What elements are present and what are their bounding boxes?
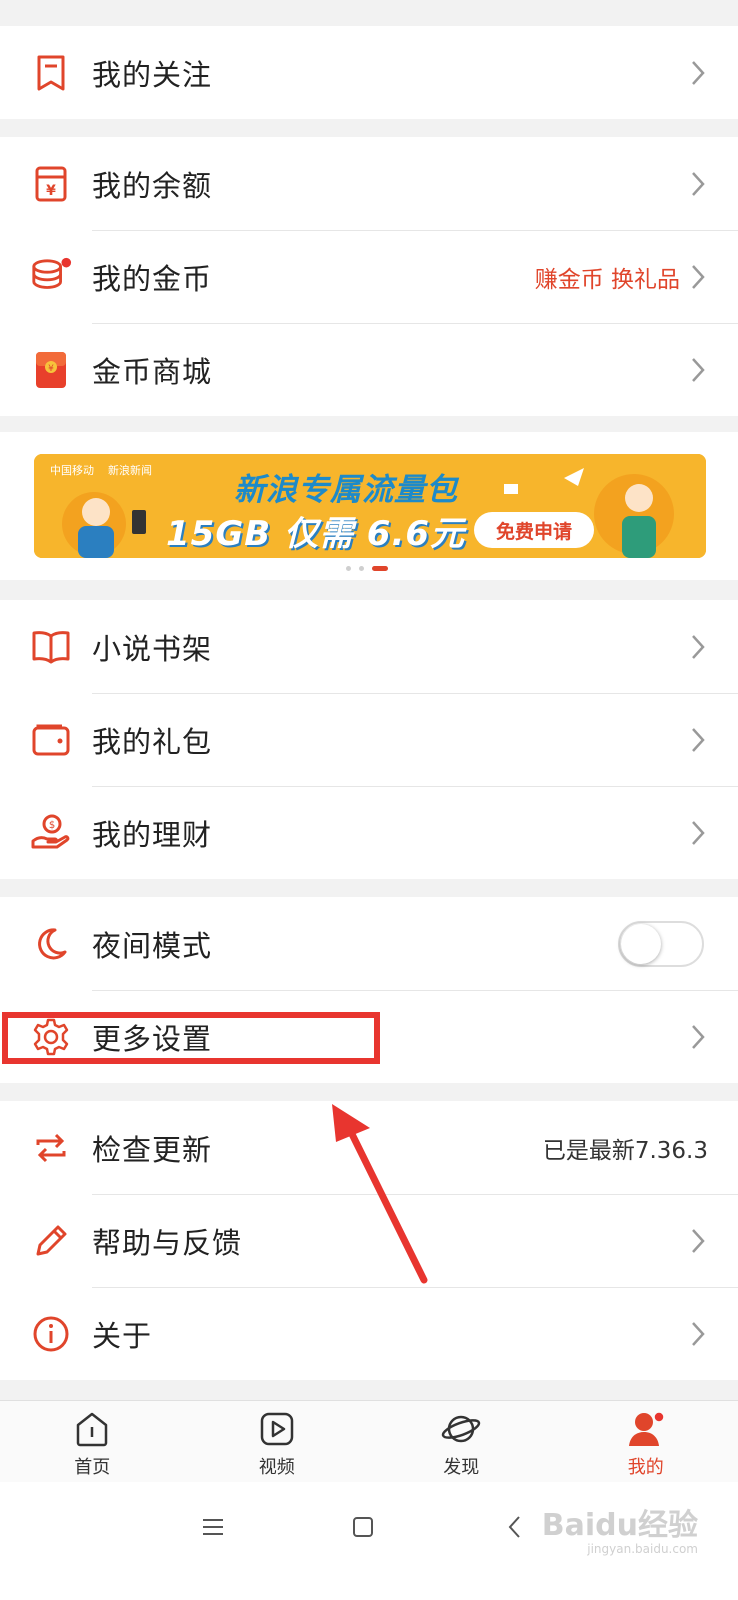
banner-apply-button[interactable]: 免费申请: [474, 512, 594, 548]
menu-item-gift[interactable]: 我的礼包: [0, 693, 738, 786]
info-icon: [30, 1313, 72, 1355]
chevron-right-icon: [692, 727, 705, 752]
svg-text:¥: ¥: [48, 364, 54, 374]
banner-section: 中国移动 新浪新闻 新浪专属流量包 15GB 仅需 6.6元 免费申请: [0, 432, 738, 580]
moon-icon: [30, 923, 72, 965]
menu-item-night-mode: 夜间模式: [0, 897, 738, 990]
hand-coin-icon: $: [30, 812, 72, 854]
menu-label-help: 帮助与反馈: [92, 1225, 243, 1260]
home-square-icon[interactable]: [348, 1512, 378, 1542]
carousel-dot-active: [372, 566, 388, 571]
menu-item-mall[interactable]: ¥ 金币商城: [0, 323, 738, 416]
coins-promo-text: 赚金币 换礼品: [534, 266, 680, 293]
chevron-right-icon: [692, 634, 705, 659]
wallet-yuan-icon: ¥: [30, 163, 72, 205]
watermark-logo: Baidu经验: [541, 1508, 698, 1543]
pencil-icon: [30, 1220, 72, 1262]
coins-icon: [30, 256, 72, 298]
banner-title: 新浪专属流量包: [234, 472, 458, 508]
menu-label-finance: 我的理财: [92, 817, 213, 852]
annotation-arrow: [332, 1104, 428, 1284]
menu-label-novel: 小说书架: [92, 631, 213, 666]
menu-item-follow[interactable]: 我的关注: [0, 26, 738, 119]
chevron-right-icon: [692, 820, 705, 845]
chevron-right-icon: [692, 1228, 705, 1253]
svg-text:$: $: [49, 820, 55, 831]
promo-banner[interactable]: 中国移动 新浪新闻 新浪专属流量包 15GB 仅需 6.6元 免费申请: [34, 454, 706, 558]
chevron-right-icon: [692, 171, 705, 196]
tab-mine[interactable]: 我的: [554, 1401, 738, 1482]
brand-sina-news: 新浪新闻: [108, 464, 152, 477]
home-icon: [77, 1412, 108, 1447]
group-content: 小说书架 我的礼包 $ 我的理财: [0, 600, 738, 879]
carousel-dots: [346, 566, 388, 571]
menu-label-check-update: 检查更新: [92, 1132, 213, 1167]
system-nav-bar: Baidu经验 jingyan.baidu.com: [0, 1482, 738, 1600]
toggle-knob: [621, 923, 661, 964]
group-wallet: ¥ 我的余额 我的金币 赚金币 换礼品 ¥ 金币商城: [0, 137, 738, 416]
watermark-url: jingyan.baidu.com: [587, 1542, 698, 1556]
menu-label-follow: 我的关注: [92, 57, 213, 92]
banner-brands: 中国移动 新浪新闻: [50, 462, 152, 478]
menu-label-about: 关于: [92, 1318, 153, 1353]
menu-label-gift: 我的礼包: [92, 724, 213, 759]
bottom-tab-bar: 首页 视频 发现 我的: [0, 1400, 738, 1482]
chevron-right-icon: [692, 264, 705, 289]
banner-subtitle: 15GB 仅需 6.6元: [166, 514, 466, 554]
red-envelope-icon: ¥: [30, 349, 72, 391]
menu-label-balance: 我的余额: [92, 168, 213, 203]
back-chevron-icon[interactable]: [500, 1512, 530, 1542]
chevron-right-icon: [692, 357, 705, 382]
menu-item-novel[interactable]: 小说书架: [0, 600, 738, 693]
user-icon: [628, 1411, 665, 1446]
wallet-icon: [30, 719, 72, 761]
tab-label-home: 首页: [74, 1457, 111, 1478]
tab-label-discover: 发现: [443, 1457, 480, 1478]
carousel-dot: [359, 566, 364, 571]
tab-label-mine: 我的: [627, 1457, 664, 1478]
video-play-icon: [260, 1412, 293, 1446]
chevron-right-icon: [692, 1321, 705, 1346]
annotation-highlight-box: [2, 1012, 380, 1064]
bookmark-icon: [30, 52, 72, 94]
menu-item-about[interactable]: 关于: [0, 1287, 738, 1380]
tab-discover[interactable]: 发现: [369, 1401, 554, 1482]
chevron-right-icon: [692, 1024, 705, 1049]
night-mode-toggle[interactable]: [618, 920, 704, 967]
chevron-right-icon: [692, 60, 705, 85]
tab-home[interactable]: 首页: [0, 1401, 185, 1482]
version-text: 已是最新7.36.3: [542, 1137, 708, 1164]
brand-china-mobile: 中国移动: [50, 464, 94, 477]
tab-video[interactable]: 视频: [185, 1401, 370, 1482]
menu-label-mall: 金币商城: [92, 354, 213, 389]
carousel-dot: [346, 566, 351, 571]
menu-label-coins: 我的金币: [92, 261, 213, 296]
planet-icon: [442, 1415, 481, 1443]
svg-text:¥: ¥: [46, 183, 56, 199]
menu-label-night-mode: 夜间模式: [92, 928, 213, 963]
menu-item-coins[interactable]: 我的金币 赚金币 换礼品: [0, 230, 738, 323]
refresh-icon: [30, 1127, 72, 1169]
menu-item-balance[interactable]: ¥ 我的余额: [0, 137, 738, 230]
menu-item-finance[interactable]: $ 我的理财: [0, 786, 738, 879]
book-icon: [30, 626, 72, 668]
tab-label-video: 视频: [258, 1457, 295, 1478]
group-follow: 我的关注: [0, 26, 738, 119]
menu-lines-icon[interactable]: [198, 1512, 228, 1542]
